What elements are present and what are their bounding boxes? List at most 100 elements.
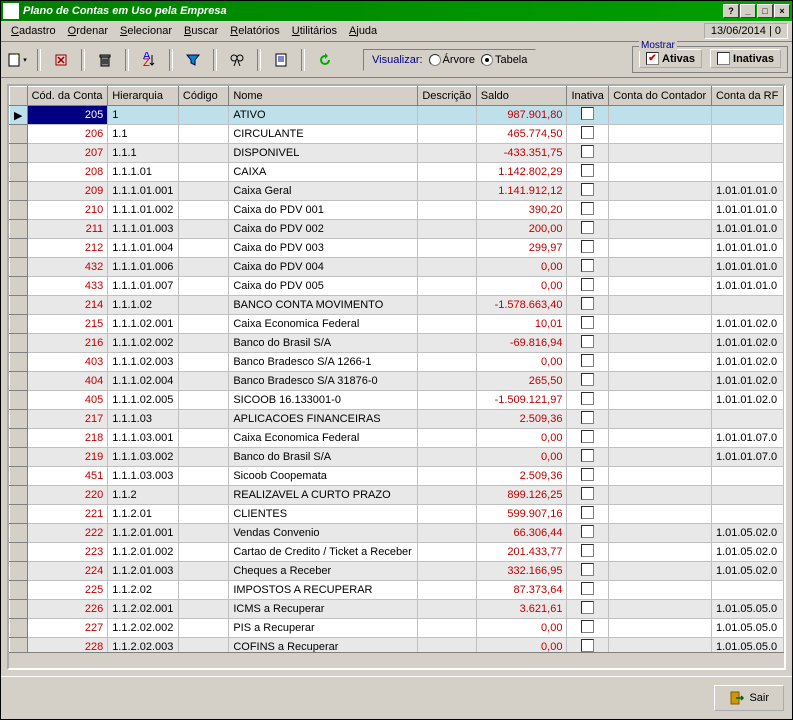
cell-rf[interactable]: 1.01.01.02.0	[711, 315, 783, 334]
cell-nome[interactable]: DISPONIVEL	[229, 144, 418, 163]
cell-codigo[interactable]	[178, 182, 228, 201]
cell-rf[interactable]: 1.01.01.02.0	[711, 391, 783, 410]
menu-ordenar[interactable]: Ordenar	[62, 23, 114, 39]
cell-codigo[interactable]	[178, 144, 228, 163]
cell-cod[interactable]: 403	[27, 353, 108, 372]
cell-rf[interactable]: 1.01.01.01.0	[711, 277, 783, 296]
cell-hier[interactable]: 1.1.2	[108, 486, 179, 505]
cell-rf[interactable]: 1.01.01.07.0	[711, 448, 783, 467]
cell-saldo[interactable]: 299,97	[476, 239, 567, 258]
row-handle[interactable]	[10, 182, 28, 201]
table-row[interactable]: 2101.1.1.01.002Caixa do PDV 001390,201.0…	[10, 201, 784, 220]
cell-contador[interactable]	[609, 372, 712, 391]
cell-nome[interactable]: SICOOB 16.133001-0	[229, 391, 418, 410]
cell-cod[interactable]: 210	[27, 201, 108, 220]
cell-codigo[interactable]	[178, 277, 228, 296]
cell-hier[interactable]: 1.1.2.02	[108, 581, 179, 600]
col-header[interactable]: Descrição	[418, 87, 476, 106]
row-handle[interactable]	[10, 258, 28, 277]
cell-codigo[interactable]	[178, 353, 228, 372]
cell-inativa[interactable]	[567, 125, 609, 144]
cell-saldo[interactable]: 599.907,16	[476, 505, 567, 524]
cell-hier[interactable]: 1.1.1.02.004	[108, 372, 179, 391]
table-row[interactable]: 2281.1.2.02.003COFINS a Recuperar0,001.0…	[10, 638, 784, 653]
row-handle[interactable]	[10, 543, 28, 562]
cell-desc[interactable]	[418, 410, 476, 429]
cell-rf[interactable]	[711, 505, 783, 524]
cell-desc[interactable]	[418, 258, 476, 277]
trash-button[interactable]	[93, 48, 117, 72]
cell-cod[interactable]: 215	[27, 315, 108, 334]
cell-nome[interactable]: BANCO CONTA MOVIMENTO	[229, 296, 418, 315]
cell-inativa[interactable]	[567, 334, 609, 353]
cell-cod[interactable]: 451	[27, 467, 108, 486]
radio-arvore[interactable]: Árvore	[429, 54, 475, 66]
table-row[interactable]: 4511.1.1.03.003Sicoob Coopemata2.509,36	[10, 467, 784, 486]
cell-hier[interactable]: 1.1.1.01.003	[108, 220, 179, 239]
radio-tabela[interactable]: Tabela	[481, 54, 527, 66]
cell-nome[interactable]: Caixa do PDV 001	[229, 201, 418, 220]
table-row[interactable]: 4051.1.1.02.005SICOOB 16.133001-0-1.509.…	[10, 391, 784, 410]
refresh-button[interactable]	[313, 48, 337, 72]
row-handle[interactable]	[10, 163, 28, 182]
cell-codigo[interactable]	[178, 125, 228, 144]
cell-saldo[interactable]: -433.351,75	[476, 144, 567, 163]
cell-contador[interactable]	[609, 410, 712, 429]
report-button[interactable]	[269, 48, 293, 72]
cell-hier[interactable]: 1.1.1	[108, 144, 179, 163]
cell-contador[interactable]	[609, 144, 712, 163]
cell-hier[interactable]: 1.1.1.01	[108, 163, 179, 182]
maximize-button[interactable]: □	[757, 4, 773, 18]
cell-codigo[interactable]	[178, 315, 228, 334]
col-header[interactable]: Cód. da Conta	[27, 87, 108, 106]
table-row[interactable]: 2221.1.2.01.001Vendas Convenio66.306,441…	[10, 524, 784, 543]
cell-hier[interactable]: 1.1.1.03.003	[108, 467, 179, 486]
cell-rf[interactable]: 1.01.01.01.0	[711, 220, 783, 239]
cell-saldo[interactable]: 465.774,50	[476, 125, 567, 144]
row-handle[interactable]	[10, 296, 28, 315]
cell-codigo[interactable]	[178, 619, 228, 638]
cell-rf[interactable]	[711, 467, 783, 486]
cell-desc[interactable]	[418, 334, 476, 353]
cell-nome[interactable]: Caixa do PDV 005	[229, 277, 418, 296]
row-handle[interactable]	[10, 562, 28, 581]
cell-cod[interactable]: 208	[27, 163, 108, 182]
cell-nome[interactable]: Sicoob Coopemata	[229, 467, 418, 486]
cell-saldo[interactable]: 0,00	[476, 277, 567, 296]
row-handle[interactable]	[10, 125, 28, 144]
cell-desc[interactable]	[418, 201, 476, 220]
cell-saldo[interactable]: 10,01	[476, 315, 567, 334]
menu-cadastro[interactable]: Cadastro	[5, 23, 62, 39]
cell-codigo[interactable]	[178, 429, 228, 448]
cell-cod[interactable]: 227	[27, 619, 108, 638]
cell-cod[interactable]: 432	[27, 258, 108, 277]
sair-button[interactable]: Sair	[714, 685, 784, 711]
cell-saldo[interactable]: 0,00	[476, 638, 567, 653]
row-handle[interactable]	[10, 581, 28, 600]
cell-hier[interactable]: 1.1.1.02.002	[108, 334, 179, 353]
table-row[interactable]: 4331.1.1.01.007Caixa do PDV 0050,001.01.…	[10, 277, 784, 296]
cell-hier[interactable]: 1.1.1.02	[108, 296, 179, 315]
cell-contador[interactable]	[609, 201, 712, 220]
row-handle[interactable]	[10, 391, 28, 410]
cell-desc[interactable]	[418, 619, 476, 638]
cell-desc[interactable]	[418, 220, 476, 239]
cell-nome[interactable]: Banco do Brasil S/A	[229, 334, 418, 353]
sort-button[interactable]: AZ	[137, 48, 161, 72]
cell-saldo[interactable]: -69.816,94	[476, 334, 567, 353]
cell-inativa[interactable]	[567, 239, 609, 258]
cell-nome[interactable]: Caixa Geral	[229, 182, 418, 201]
close-button[interactable]: ×	[774, 4, 790, 18]
cell-inativa[interactable]	[567, 144, 609, 163]
cell-hier[interactable]: 1.1.2.02.002	[108, 619, 179, 638]
col-header[interactable]: Saldo	[476, 87, 567, 106]
row-handle[interactable]	[10, 600, 28, 619]
cell-hier[interactable]: 1.1.1.01.002	[108, 201, 179, 220]
row-handle[interactable]	[10, 467, 28, 486]
cell-hier[interactable]: 1.1.1.01.006	[108, 258, 179, 277]
cell-rf[interactable]: 1.01.01.01.0	[711, 201, 783, 220]
cell-desc[interactable]	[418, 296, 476, 315]
cell-cod[interactable]: 209	[27, 182, 108, 201]
cell-contador[interactable]	[609, 391, 712, 410]
cell-inativa[interactable]	[567, 391, 609, 410]
